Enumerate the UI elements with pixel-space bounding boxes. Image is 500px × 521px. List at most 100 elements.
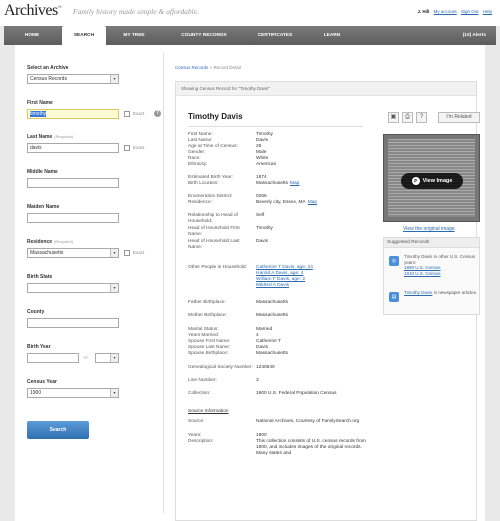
sign-out-link[interactable]: Sign Out	[461, 9, 479, 14]
last-name-label: Last Name (Required)	[27, 134, 74, 140]
magnifier-icon: ⌕	[411, 176, 420, 185]
newspaper-icon: ▤	[389, 292, 399, 302]
field-label: Relationship to Head of Household:	[188, 213, 238, 224]
household-person-link[interactable]: Harold A Davis, age: 4	[256, 271, 303, 276]
residence-select-value: Massachusetts	[30, 250, 64, 256]
alerts-link[interactable]: (10) Alerts	[463, 26, 486, 45]
last-name-exact-label: Exact	[133, 145, 145, 150]
suggested-title: Suggested Records	[384, 238, 479, 248]
divider	[188, 126, 363, 127]
my-account-link[interactable]: My account	[434, 9, 457, 14]
field-value: Massachusetts Map	[256, 181, 300, 186]
help-link[interactable]: Help	[483, 9, 492, 14]
help-icon[interactable]: ?	[154, 110, 161, 117]
field-value: Self	[256, 213, 265, 218]
last-name-exact-checkbox[interactable]	[124, 145, 130, 151]
map-link[interactable]: Map	[308, 200, 317, 205]
field-label: Mother Birthplace:	[188, 313, 227, 318]
field-label: Residence:	[188, 200, 212, 205]
logo[interactable]: Archives™	[4, 2, 62, 20]
field-value: Massachusetts	[256, 300, 288, 305]
field-value: Massachusetts	[256, 351, 288, 356]
view-original-link[interactable]: View the original image	[403, 226, 455, 232]
field-value: Beverly city, Essex, MA Map	[256, 200, 318, 205]
search-button[interactable]: Search	[27, 421, 89, 439]
archive-select[interactable]: Census Records ▾	[27, 74, 119, 84]
tab-search[interactable]: SEARCH	[62, 26, 106, 45]
first-name-exact-label: Exact	[133, 111, 145, 116]
household-person-link[interactable]: William F Davis, age: 2	[256, 277, 305, 282]
tab-certificates[interactable]: CERTIFICATES	[247, 26, 303, 45]
census-image-thumbnail[interactable]: ⌕ View Image	[383, 134, 480, 222]
chevron-down-icon: ▾	[110, 284, 118, 292]
page-content: Select an Archive Census Records ▾ First …	[15, 45, 485, 521]
middle-name-input[interactable]	[27, 178, 119, 188]
chevron-down-icon: ▾	[110, 249, 118, 257]
field-label: Description:	[188, 439, 214, 444]
main-nav: HOME SEARCH MY TREE COUNTY RECORDS CERTI…	[4, 26, 496, 45]
map-link[interactable]: Map	[290, 181, 299, 186]
middle-name-label: Middle Name	[27, 169, 58, 175]
field-label: Line Number:	[188, 378, 217, 383]
first-name-input[interactable]: timothy	[27, 109, 119, 119]
census-year-label: Census Year	[27, 379, 57, 385]
user-links: J. Hill My account Sign Out Help	[417, 9, 492, 14]
user-name: J. Hill	[417, 9, 430, 14]
view-image-button[interactable]: ⌕ View Image	[401, 173, 463, 189]
maiden-name-label: Maiden Name	[27, 204, 60, 210]
household-person-link[interactable]: Catherine T Davis, age: 24	[256, 265, 313, 270]
census-year-value: 1900	[30, 390, 42, 396]
column-divider	[163, 53, 164, 513]
save-icon[interactable]: ▣	[388, 112, 399, 123]
field-label: Ethnicity:	[188, 162, 208, 167]
residence-select[interactable]: Massachusetts ▾	[27, 248, 119, 258]
field-label: Father Birthplace:	[188, 300, 226, 305]
help-icon[interactable]: ?	[416, 112, 427, 123]
field-value: 1240640	[256, 365, 275, 370]
im-related-button[interactable]: I'm Related	[438, 112, 480, 123]
field-label: Collection:	[188, 391, 211, 396]
tab-my-tree[interactable]: MY TREE	[112, 26, 156, 45]
person-name: Timothy Davis	[188, 112, 243, 121]
newspaper-link[interactable]: Timothy Davis	[404, 290, 432, 295]
suggested-records: Suggested Records ◎ Timothy Davis in oth…	[383, 237, 480, 315]
last-name-input[interactable]: davis	[27, 143, 119, 153]
archive-label: Select an Archive	[27, 65, 69, 71]
suggested-census: Timothy Davis in other U.S. Census years…	[404, 254, 476, 276]
residence-exact-checkbox[interactable]	[124, 250, 130, 256]
field-value: National Archives, Courtesy of FamilySea…	[256, 419, 360, 424]
print-icon[interactable]: ⎙	[402, 112, 413, 123]
first-name-exact-checkbox[interactable]	[124, 111, 130, 117]
birth-year-input[interactable]	[27, 353, 79, 363]
county-input[interactable]	[27, 318, 119, 328]
county-label: County	[27, 309, 45, 315]
census-year-select[interactable]: 1900 ▾	[27, 388, 119, 398]
field-value: American	[256, 162, 277, 167]
census-icon: ◎	[389, 256, 399, 266]
maiden-name-input[interactable]	[27, 213, 119, 223]
field-value: Davis	[256, 239, 268, 244]
birth-state-select[interactable]: ▾	[27, 283, 119, 293]
field-label: Genealogical Society Number:	[188, 365, 253, 370]
last-name-value: davis	[30, 145, 42, 151]
chevron-down-icon: ▾	[110, 354, 118, 362]
breadcrumb-census-records[interactable]: Census Records	[175, 65, 208, 70]
field-label: Spouse Birthplace:	[188, 351, 229, 356]
breadcrumb: Census Records > Record Detail	[175, 65, 241, 70]
field-value: This collection consists of U.S. census …	[256, 439, 366, 456]
tab-home[interactable]: HOME	[12, 26, 52, 45]
field-value: Catherine T Davis, age: 24 Harold A Davis…	[256, 265, 366, 289]
field-label: Source:	[188, 419, 205, 424]
tab-learn[interactable]: LEARN	[314, 26, 350, 45]
field-label: Other People in Household:	[188, 265, 247, 270]
tab-county-records[interactable]: COUNTY RECORDS	[169, 26, 239, 45]
suggested-newspaper: Timothy Davis in newspaper articles.	[404, 290, 478, 295]
field-label: Head of Household First Name:	[188, 226, 240, 237]
census-1910-link[interactable]: 1910 U.S. Census	[404, 271, 441, 276]
census-1890-link[interactable]: 1890 U.S. Census	[404, 265, 441, 270]
record-header: Showing Census Record for "Timothy Davis…	[176, 82, 476, 96]
household-person-link[interactable]: Mildred A Davis	[256, 283, 289, 288]
first-name-label: First Name	[27, 100, 53, 106]
breadcrumb-current: Record Detail	[213, 65, 241, 70]
birth-year-range-select[interactable]: ▾	[95, 353, 119, 363]
